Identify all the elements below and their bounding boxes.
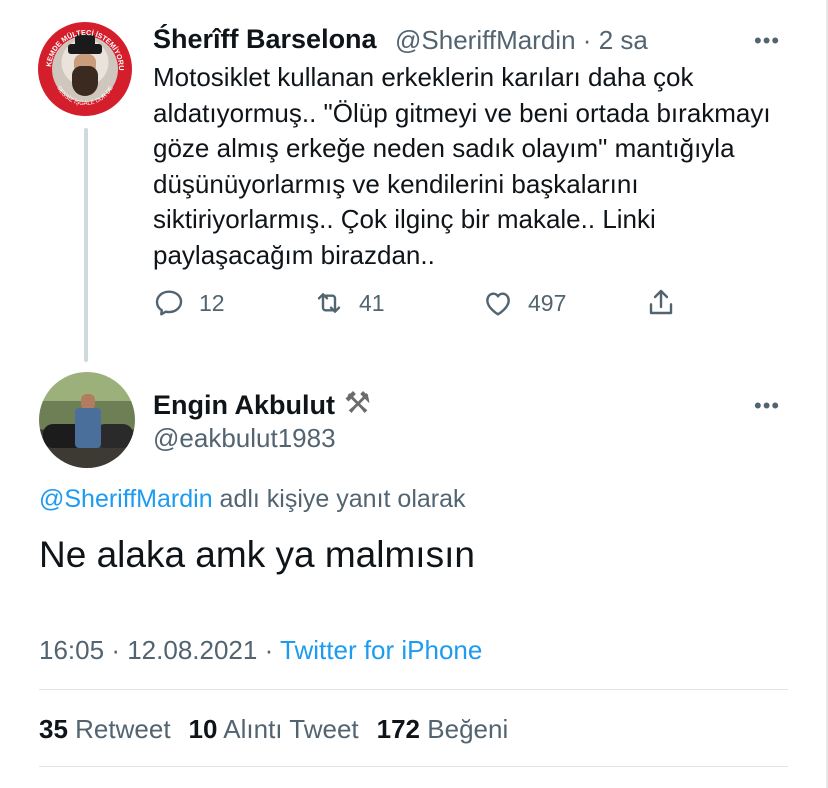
share-button[interactable] bbox=[645, 286, 691, 320]
hammer-and-pick-icon: ⚒ bbox=[344, 387, 371, 420]
quotes-label: Alıntı Tweet bbox=[223, 714, 359, 744]
likes-label: Beğeni bbox=[427, 714, 509, 744]
retweets-stat[interactable]: 35 Retweet bbox=[39, 714, 171, 744]
avatar-ring-bottom: SESSİZ İŞGALE DUR DE bbox=[55, 85, 115, 107]
tweet-meta: 16:05 · 12.08.2021 · Twitter for iPhone bbox=[39, 635, 482, 666]
thread-connector-line bbox=[84, 128, 88, 362]
divider bbox=[39, 689, 788, 690]
avatar-ring-top: ÜLKEMDE MÜLTECİ İSTEMİYORUM bbox=[38, 22, 126, 71]
like-count: 497 bbox=[528, 289, 567, 316]
tweet-date[interactable]: 12.08.2021 bbox=[127, 635, 257, 665]
reply-avatar[interactable] bbox=[39, 372, 135, 468]
reply-count: 12 bbox=[199, 289, 225, 316]
tweet-stats: 35 Retweet 10 Alıntı Tweet 172 Beğeni bbox=[39, 714, 508, 745]
retweets-count: 35 bbox=[39, 714, 68, 744]
more-horizontal-icon[interactable]: ••• bbox=[754, 393, 780, 419]
parent-handle-time[interactable]: @SheriffMardin · 2 sa bbox=[395, 25, 648, 56]
parent-handle[interactable]: @SheriffMardin bbox=[395, 25, 576, 55]
parent-tweet-text: Motosiklet kullanan erkeklerin karıları … bbox=[153, 62, 771, 270]
more-horizontal-icon[interactable]: ••• bbox=[754, 28, 780, 54]
quotes-stat[interactable]: 10 Alıntı Tweet bbox=[189, 714, 359, 744]
meta-separator: · bbox=[264, 635, 274, 665]
tweet-source-link[interactable]: Twitter for iPhone bbox=[280, 635, 482, 665]
parent-display-name[interactable]: Śherîff Barselona bbox=[153, 24, 377, 55]
divider bbox=[39, 766, 788, 767]
retweet-count: 41 bbox=[359, 289, 385, 316]
reply-display-name[interactable]: Engin Akbulut bbox=[153, 390, 335, 421]
like-button[interactable]: 497 bbox=[482, 286, 566, 320]
reply-button[interactable]: 12 bbox=[153, 286, 225, 320]
retweet-icon bbox=[317, 293, 341, 313]
reply-tweet-text: Ne alaka amk ya malmısın bbox=[39, 534, 475, 575]
svg-text:ÜLKEMDE MÜLTECİ İSTEMİYORUM: ÜLKEMDE MÜLTECİ İSTEMİYORUM bbox=[38, 22, 126, 71]
replying-to: @SheriffMardin adlı kişiye yanıt olarak bbox=[39, 485, 466, 514]
share-icon bbox=[649, 289, 673, 315]
quotes-count: 10 bbox=[188, 714, 218, 744]
reply-icon bbox=[155, 290, 183, 316]
parent-avatar[interactable]: ÜLKEMDE MÜLTECİ İSTEMİYORUM SESSİZ İŞGAL… bbox=[38, 22, 132, 116]
likes-count: 172 bbox=[376, 714, 421, 744]
reply-handle[interactable]: @eakbulut1983 bbox=[153, 423, 336, 454]
likes-stat[interactable]: 172 Beğeni bbox=[377, 714, 509, 744]
replying-to-mention[interactable]: @SheriffMardin bbox=[39, 485, 213, 513]
heart-icon bbox=[486, 292, 510, 316]
parent-time-ago[interactable]: 2 sa bbox=[599, 25, 648, 55]
avatar-badge-text: ÜLKEMDE MÜLTECİ İSTEMİYORUM SESSİZ İŞGAL… bbox=[38, 22, 126, 107]
tweet-time[interactable]: 16:05 bbox=[39, 635, 104, 665]
retweets-label: Retweet bbox=[75, 714, 171, 744]
separator-dot: · bbox=[582, 25, 592, 55]
replying-to-label: adlı kişiye yanıt olarak bbox=[212, 485, 466, 513]
svg-text:SESSİZ İŞGALE DUR DE: SESSİZ İŞGALE DUR DE bbox=[55, 85, 115, 107]
meta-separator: · bbox=[111, 635, 120, 665]
retweet-button[interactable]: 41 bbox=[313, 286, 385, 320]
